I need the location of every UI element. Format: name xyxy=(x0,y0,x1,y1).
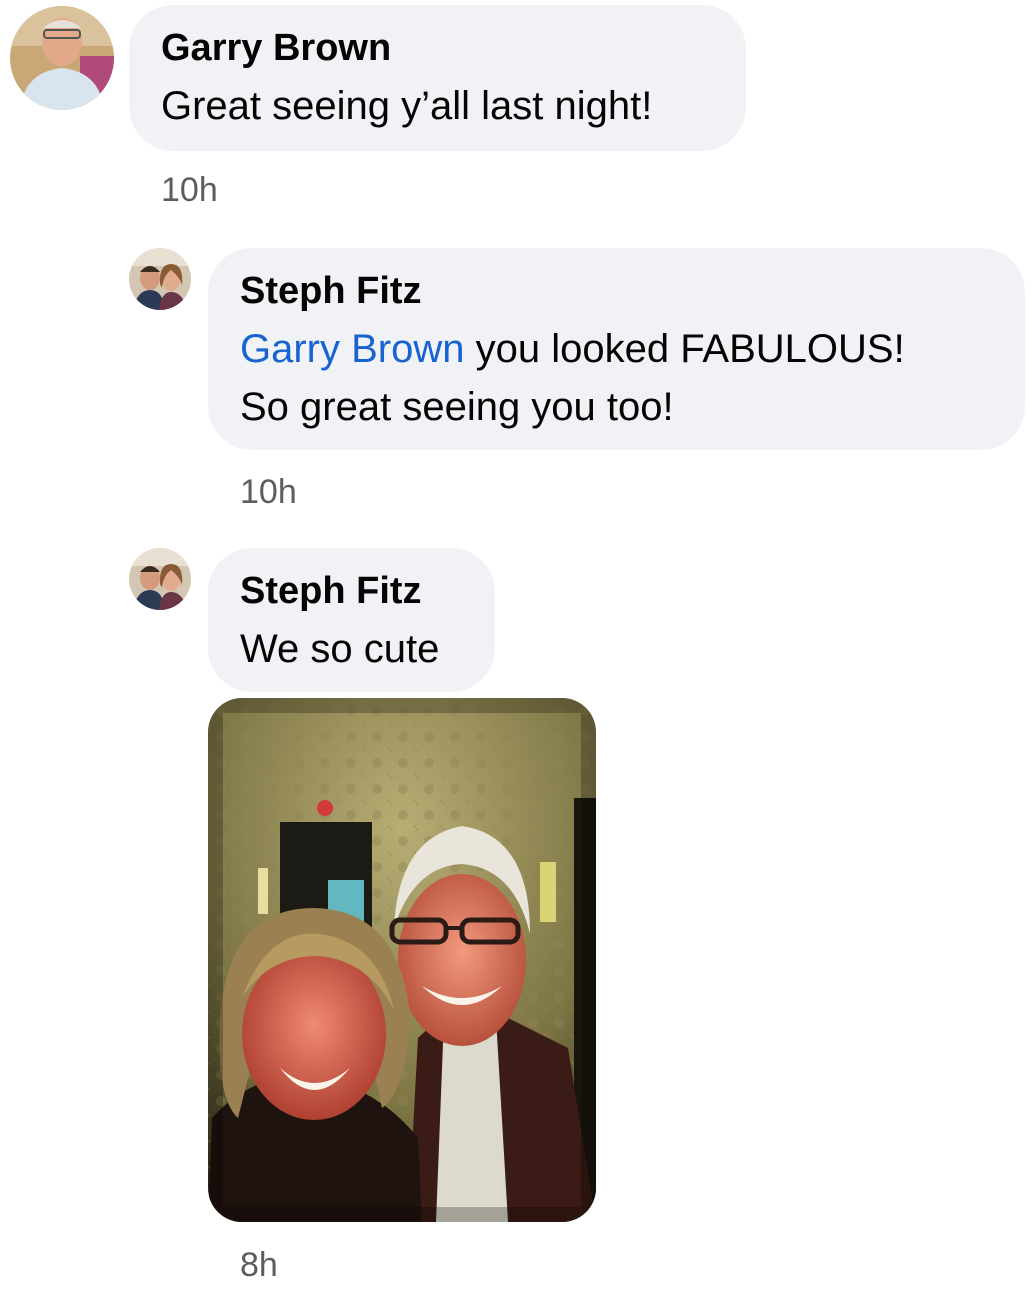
comment-timestamp[interactable]: 8h xyxy=(240,1245,278,1285)
comment-timestamp[interactable]: 10h xyxy=(240,472,297,512)
selfie-photo-image xyxy=(208,698,596,1222)
comment-thread: Garry Brown Great seeing y’all last nigh… xyxy=(0,0,1033,1291)
steph-fitz-avatar[interactable] xyxy=(129,248,191,310)
profile-photo-couple-avatar xyxy=(129,248,191,310)
comment-text-line-2: So great seeing you too! xyxy=(240,385,674,429)
profile-photo-man-avatar xyxy=(10,6,114,110)
comment-text: Garry Brown you looked FABULOUS! xyxy=(240,320,905,378)
steph-fitz-avatar[interactable] xyxy=(129,548,191,610)
comment-author[interactable]: Steph Fitz xyxy=(240,269,422,313)
mention-link[interactable]: Garry Brown xyxy=(240,327,465,371)
comment-text: We so cute xyxy=(240,627,440,671)
comment-text-after-mention: you looked FABULOUS! xyxy=(464,327,905,371)
garry-brown-avatar[interactable] xyxy=(10,6,114,110)
comment-author[interactable]: Garry Brown xyxy=(161,26,391,70)
selfie-photo[interactable] xyxy=(208,698,596,1222)
comment-timestamp[interactable]: 10h xyxy=(161,170,218,210)
profile-photo-couple-avatar xyxy=(129,548,191,610)
comment-text: Great seeing y’all last night! xyxy=(161,84,653,128)
comment-author[interactable]: Steph Fitz xyxy=(240,569,422,613)
